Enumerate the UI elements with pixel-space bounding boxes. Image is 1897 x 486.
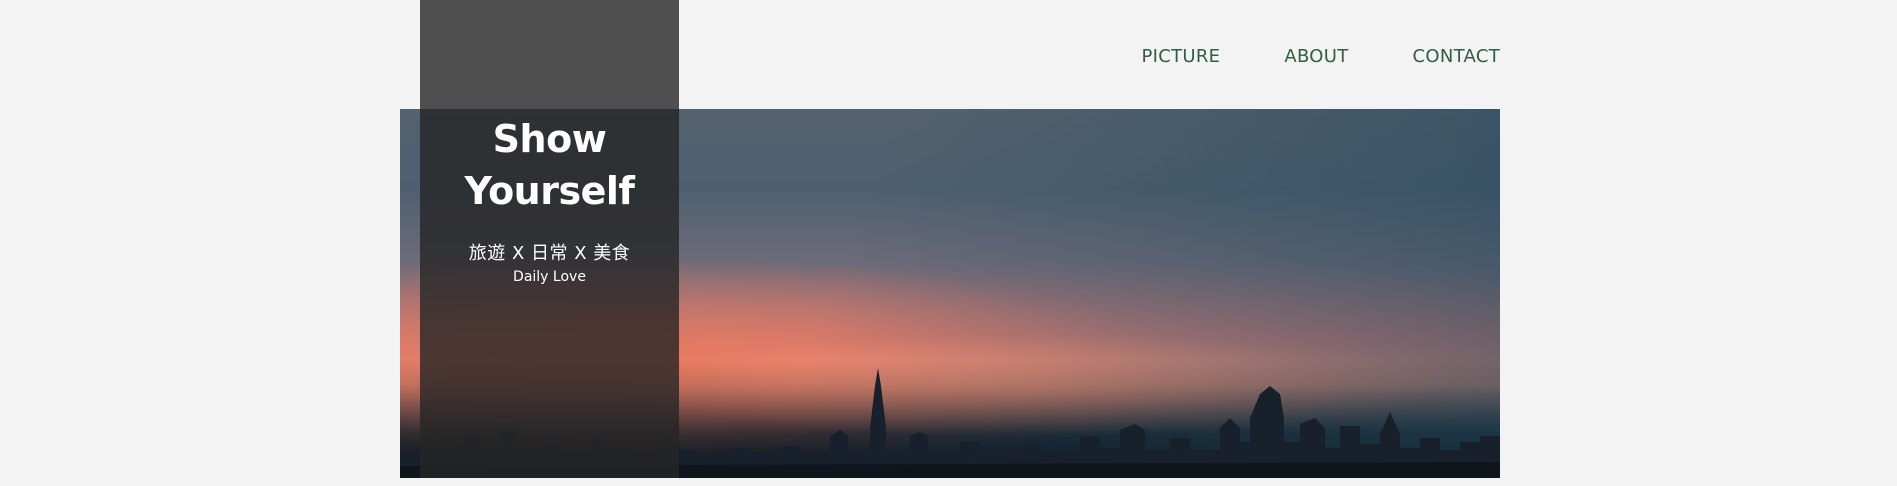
title-line-2: Yourself bbox=[464, 169, 635, 213]
subtitle: 旅遊 X 日常 X 美食 bbox=[468, 243, 631, 264]
nav-item-picture[interactable]: PICTURE bbox=[1141, 46, 1220, 67]
main-nav: PICTURE ABOUT CONTACT bbox=[1141, 46, 1500, 67]
nav-item-contact[interactable]: CONTACT bbox=[1413, 46, 1500, 67]
page-title: Show Yourself bbox=[420, 113, 679, 217]
nav-item-about[interactable]: ABOUT bbox=[1284, 46, 1348, 67]
title-line-1: Show bbox=[492, 117, 607, 161]
tagline: Daily Love bbox=[513, 269, 586, 285]
intro-panel: Show Yourself 旅遊 X 日常 X 美食 Daily Love bbox=[420, 0, 679, 478]
